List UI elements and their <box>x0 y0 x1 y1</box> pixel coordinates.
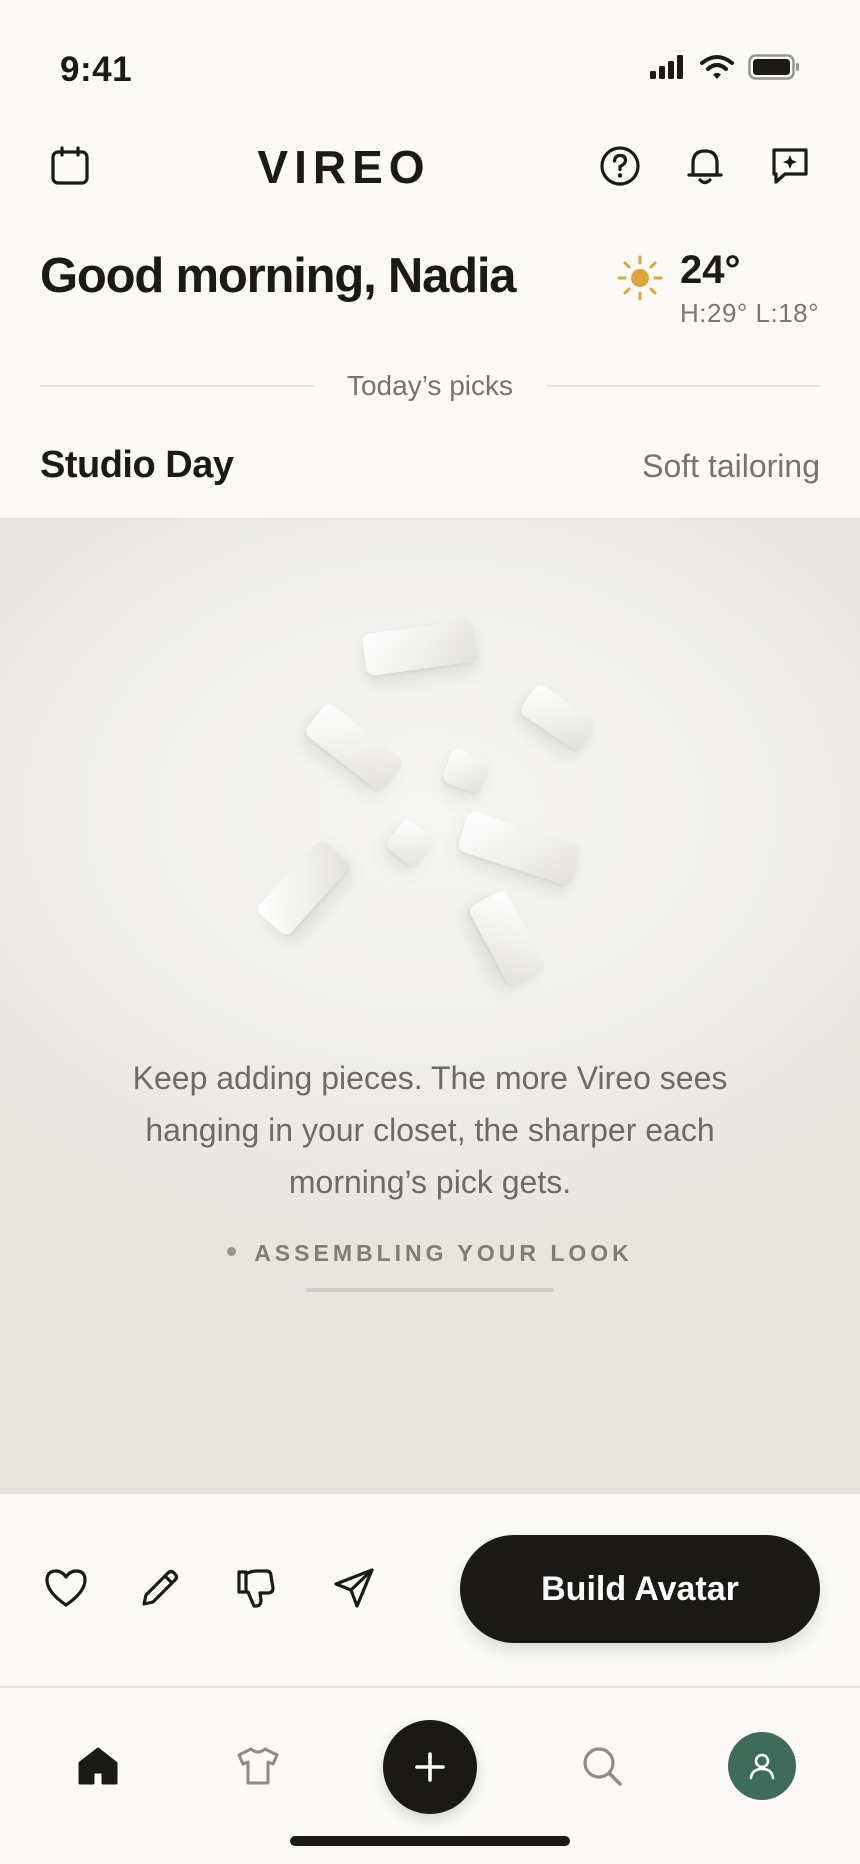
action-divider <box>0 1686 860 1688</box>
assembling-status: ASSEMBLING YOUR LOOK <box>0 1240 860 1267</box>
wifi-icon <box>700 55 734 79</box>
floating-piece <box>361 619 477 677</box>
floating-piece <box>303 701 405 793</box>
plus-icon <box>415 1752 445 1782</box>
chat-sparkle-icon[interactable] <box>766 142 814 190</box>
stage-message: Keep adding pieces. The more Vireo sees … <box>132 1060 728 1200</box>
bell-icon[interactable] <box>681 142 729 190</box>
floating-piece <box>383 816 437 870</box>
app-logo: VIREO <box>257 141 431 193</box>
status-time: 9:41 <box>60 50 133 89</box>
home-indicator <box>290 1836 570 1846</box>
outfit-stage <box>0 518 860 1494</box>
pencil-icon[interactable] <box>132 1560 188 1616</box>
heart-icon[interactable] <box>38 1560 94 1616</box>
floating-piece <box>441 747 491 795</box>
build-avatar-button[interactable]: Build Avatar <box>460 1535 820 1643</box>
signal-icon <box>650 55 683 79</box>
send-icon[interactable] <box>326 1560 382 1616</box>
outfit-style: Soft tailoring <box>642 448 820 484</box>
floating-piece <box>255 838 351 938</box>
floating-piece <box>467 888 547 988</box>
profile-icon <box>749 1753 775 1780</box>
assembling-label: ASSEMBLING YOUR LOOK <box>254 1240 633 1266</box>
greeting: Good morning, Nadia <box>40 249 517 303</box>
floating-piece <box>518 681 598 753</box>
divider-right <box>546 385 820 387</box>
status-dot <box>227 1247 237 1257</box>
home-icon[interactable] <box>68 1736 128 1796</box>
help-icon[interactable] <box>596 142 644 190</box>
battery-icon <box>748 54 799 80</box>
sun-icon <box>616 254 664 307</box>
status-icons <box>650 54 800 80</box>
outfit-title: Studio Day <box>40 444 234 486</box>
search-icon[interactable] <box>572 1736 632 1796</box>
temperature-range: H:29° L:18° <box>680 298 820 328</box>
floating-piece <box>456 809 582 887</box>
profile-avatar[interactable] <box>728 1732 796 1800</box>
progress-bar <box>306 1288 554 1292</box>
thumbs-down-icon[interactable] <box>227 1560 283 1616</box>
temperature: 24° <box>680 248 741 292</box>
shirt-icon[interactable] <box>228 1736 288 1796</box>
add-item-button[interactable] <box>383 1720 477 1814</box>
